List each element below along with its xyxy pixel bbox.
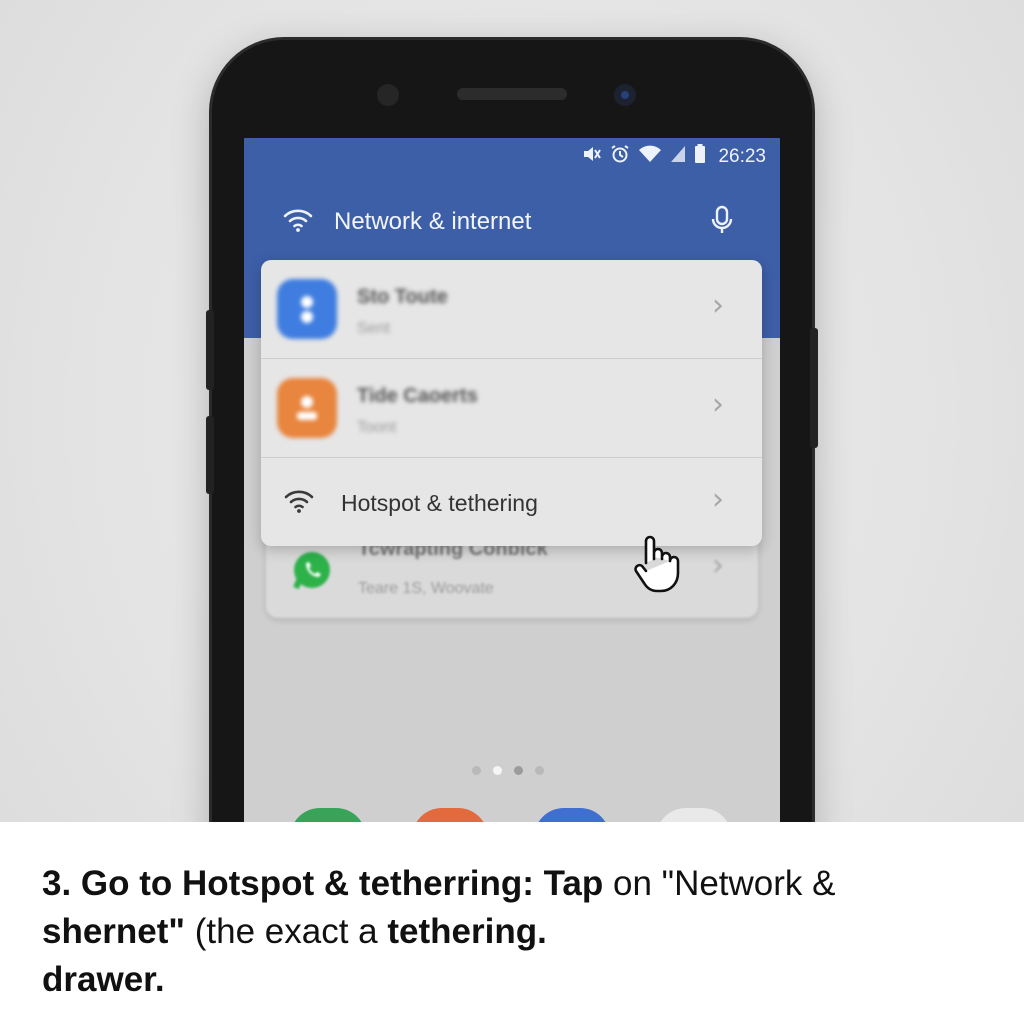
- volume-up-button: [206, 310, 214, 390]
- wifi-icon: [638, 145, 662, 169]
- list-item[interactable]: Sto Toute Sent ›: [261, 260, 762, 359]
- mute-icon: [582, 145, 602, 169]
- list-item[interactable]: Tide Caoerts Toont ›: [261, 359, 762, 458]
- hotspot-tethering-item[interactable]: Hotspot & tethering ›: [261, 458, 762, 546]
- app-icon-orange: [277, 378, 337, 438]
- page-dot-active: [493, 766, 502, 775]
- instruction-text: 3. Go to Hotspot & tetherring: Tap on "N…: [42, 860, 982, 1004]
- app-icon-blue: [277, 279, 337, 339]
- page-dot: [514, 766, 523, 775]
- caption-text: on "Network &: [603, 864, 836, 903]
- status-time: 26:23: [718, 146, 766, 167]
- caption-bold: shernet": [42, 912, 186, 951]
- chevron-right-icon: ›: [712, 548, 724, 583]
- proximity-sensor: [614, 84, 636, 106]
- phone-screen: 26:23 Network & internet Tcwrapting Conb…: [244, 138, 780, 838]
- page-dot: [472, 766, 481, 775]
- earpiece: [457, 88, 567, 100]
- front-camera: [377, 84, 399, 106]
- power-button: [810, 328, 818, 448]
- background-item-subtitle: Teare 1S, Woovate: [358, 580, 494, 597]
- list-item-subtitle: Toont: [357, 419, 397, 436]
- hotspot-tethering-label: Hotspot & tethering: [341, 490, 538, 516]
- hand-pointer-icon: [630, 533, 682, 600]
- mic-icon[interactable]: [710, 205, 734, 242]
- whatsapp-icon: [290, 548, 334, 597]
- status-bar: 26:23: [582, 144, 766, 170]
- page-title: Network & internet: [334, 208, 532, 235]
- wifi-icon: [282, 207, 314, 238]
- network-settings-card: Sto Toute Sent › Tide Caoerts Toont › Ho…: [261, 260, 762, 546]
- page-dot: [535, 766, 544, 775]
- caption-text: (the exact a: [185, 912, 388, 951]
- wifi-icon: [283, 488, 315, 519]
- alarm-icon: [610, 144, 630, 170]
- battery-icon: [694, 144, 706, 170]
- instruction-caption: 3. Go to Hotspot & tetherring: Tap on "N…: [0, 822, 1024, 1024]
- caption-bold: drawer.: [42, 960, 165, 999]
- list-item-title: Sto Toute: [357, 286, 448, 308]
- chevron-right-icon: ›: [712, 288, 724, 323]
- list-item-subtitle: Sent: [357, 320, 390, 337]
- signal-icon: [670, 145, 686, 169]
- caption-bold: tethering.: [387, 912, 547, 951]
- caption-bold-step: 3. Go to Hotspot & tetherring: Tap: [42, 864, 604, 903]
- list-item-title: Tide Caoerts: [357, 385, 478, 407]
- chevron-right-icon: ›: [712, 482, 724, 517]
- volume-down-button: [206, 416, 214, 494]
- chevron-right-icon: ›: [712, 387, 724, 422]
- page-indicator: [472, 766, 544, 775]
